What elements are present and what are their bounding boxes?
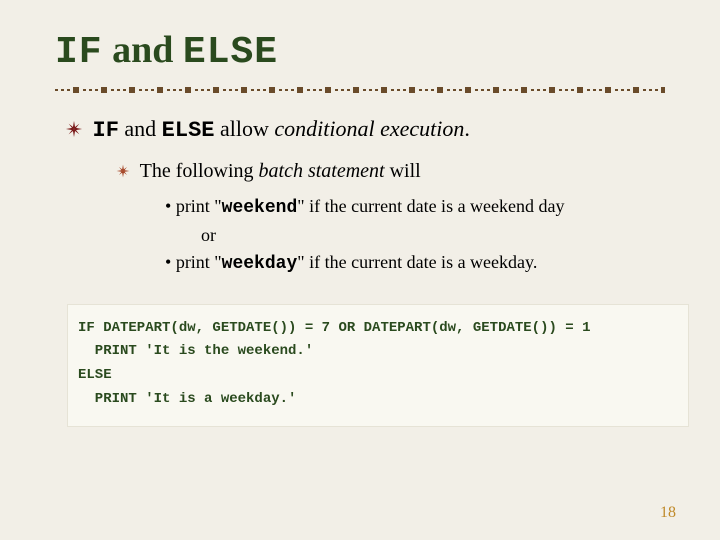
starburst-small-icon — [115, 162, 135, 185]
lvl3-2a: print " — [176, 252, 222, 272]
code-l2: PRINT 'It is the weekend.' — [78, 343, 313, 359]
lvl3-item-2: • print "weekday" if the current date is… — [165, 249, 680, 278]
title-kw-if: IF — [55, 31, 103, 74]
code-l4: PRINT 'It is a weekday.' — [78, 391, 296, 407]
code-l3: ELSE — [78, 367, 112, 383]
lvl1-mid: and — [119, 116, 162, 141]
starburst-icon — [65, 116, 87, 146]
code-l1: IF DATEPART(dw, GETDATE()) = 7 OR DATEPA… — [78, 320, 590, 336]
slide-title: IF and ELSE — [55, 28, 680, 74]
lvl1-italic: conditional execution — [274, 116, 464, 141]
code-block: IF DATEPART(dw, GETDATE()) = 7 OR DATEPA… — [67, 304, 689, 427]
lvl3-1a: print " — [176, 196, 222, 216]
bullet-lvl1: IF and ELSE allow conditional execution. — [65, 114, 680, 146]
lvl2-italic: batch statement — [259, 160, 385, 182]
title-kw-else: ELSE — [183, 31, 278, 74]
page-number: 18 — [660, 504, 676, 522]
lvl1-kw-if: IF — [93, 118, 119, 143]
lvl1-kw-else: ELSE — [162, 118, 215, 143]
bullet-lvl2: The following batch statement will — [115, 160, 680, 183]
lvl2-pre: The following — [140, 160, 259, 182]
divider — [55, 84, 665, 96]
lvl3-or: or — [201, 222, 680, 249]
lvl3-1kw: weekend — [222, 198, 298, 218]
title-mid: and — [103, 29, 183, 71]
bullet-lvl3: • print "weekend" if the current date is… — [165, 193, 680, 278]
lvl3-2kw: weekday — [222, 254, 298, 274]
lvl1-rest: allow — [214, 116, 274, 141]
lvl3-2b: " if the current date is a weekday. — [297, 252, 537, 272]
lvl3-item-1: • print "weekend" if the current date is… — [165, 193, 680, 222]
lvl1-end: . — [464, 116, 470, 141]
lvl2-post: will — [385, 160, 421, 182]
lvl3-1b: " if the current date is a weekend day — [297, 196, 564, 216]
slide: IF and ELSE — [0, 0, 720, 540]
